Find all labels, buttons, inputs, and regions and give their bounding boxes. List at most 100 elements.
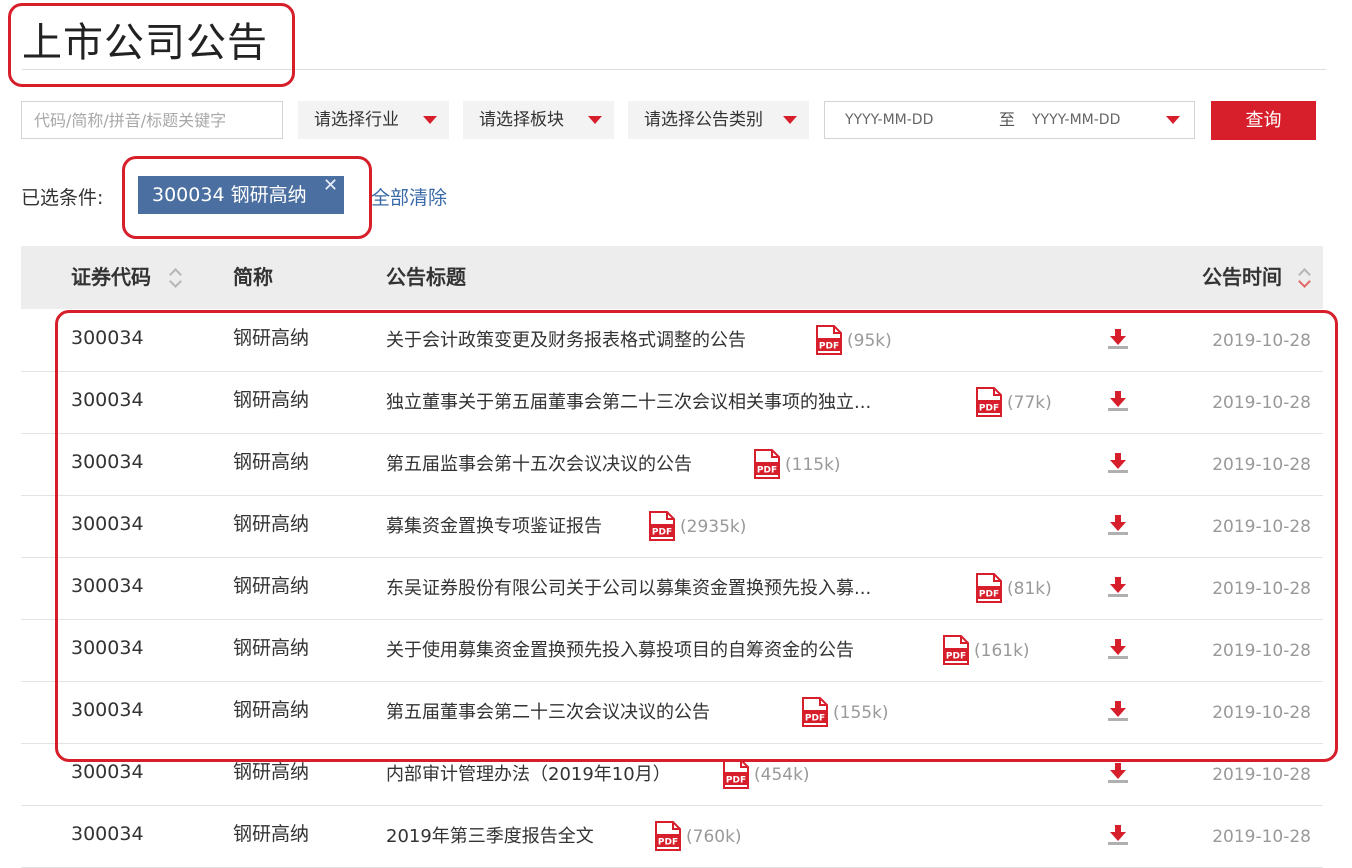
pdf-icon[interactable]: PDF <box>816 325 842 355</box>
row-name: 钢研高纳 <box>233 513 310 535</box>
row-date: 2019-10-28 <box>1212 517 1311 537</box>
table-row: 300034 钢研高纳 关于使用募集资金置换预先投入募投项目的自筹资金的公告 PDF (… <box>21 620 1323 682</box>
header-title: 公告标题 <box>386 265 466 289</box>
row-code: 300034 <box>71 637 144 659</box>
row-title-link[interactable]: 关于会计政策变更及财务报表格式调整的公告 <box>386 313 746 369</box>
header-time[interactable]: 公告时间 <box>1202 246 1282 309</box>
date-from-field[interactable]: YYYY-MM-DD <box>845 102 933 138</box>
filter-bar: 请选择行业 请选择板块 请选择公告类别 YYYY-MM-DD 至 YYYY-MM… <box>0 101 1352 141</box>
pdf-icon[interactable]: PDF <box>754 449 780 479</box>
download-icon[interactable] <box>1108 390 1128 412</box>
row-title-link[interactable]: 东吴证券股份有限公司关于公司以募集资金置换预先投入募... <box>386 561 871 617</box>
date-range-picker[interactable]: YYYY-MM-DD 至 YYYY-MM-DD <box>824 101 1195 139</box>
row-name: 钢研高纳 <box>233 761 310 783</box>
download-icon[interactable] <box>1108 762 1128 784</box>
table-row: 300034 钢研高纳 第五届监事会第十五次会议决议的公告 PDF (115k) 2019… <box>21 434 1323 496</box>
category-select-label: 请选择公告类别 <box>644 110 763 130</box>
row-code: 300034 <box>71 389 144 411</box>
clear-all-link[interactable]: 全部清除 <box>371 183 447 210</box>
table-row: 300034 钢研高纳 东吴证券股份有限公司关于公司以募集资金置换预先投入募... P… <box>21 558 1323 620</box>
sort-arrows-icon[interactable] <box>169 265 182 289</box>
board-select-label: 请选择板块 <box>479 110 564 130</box>
download-icon[interactable] <box>1108 328 1128 350</box>
table-header: 证券代码 简称 公告标题 公告时间 <box>21 246 1323 309</box>
row-name: 钢研高纳 <box>233 699 310 721</box>
date-to-field[interactable]: YYYY-MM-DD <box>1032 102 1120 138</box>
svg-text:PDF: PDF <box>979 404 999 414</box>
row-code: 300034 <box>71 823 144 845</box>
row-title-link[interactable]: 独立董事关于第五届董事会第二十三次会议相关事项的独立... <box>386 375 871 431</box>
selected-conditions-label: 已选条件: <box>21 187 104 209</box>
table-row: 300034 钢研高纳 2019年第三季度报告全文 PDF (760k) 2019-10-… <box>21 806 1323 868</box>
dropdown-triangle-icon[interactable] <box>1166 116 1180 124</box>
row-date: 2019-10-28 <box>1212 703 1311 723</box>
filter-chip-label: 300034 钢研高纳 <box>152 184 307 206</box>
date-separator: 至 <box>999 110 1016 129</box>
category-select[interactable]: 请选择公告类别 <box>628 101 809 139</box>
board-select[interactable]: 请选择板块 <box>463 101 614 139</box>
pdf-icon[interactable]: PDF <box>655 821 681 851</box>
dropdown-triangle-icon <box>423 116 437 124</box>
dropdown-triangle-icon <box>588 116 602 124</box>
row-date: 2019-10-28 <box>1212 827 1311 847</box>
keyword-search-input[interactable] <box>21 101 283 139</box>
table-row: 300034 钢研高纳 独立董事关于第五届董事会第二十三次会议相关事项的独立... P… <box>21 372 1323 434</box>
download-icon[interactable] <box>1108 452 1128 474</box>
row-date: 2019-10-28 <box>1212 765 1311 785</box>
file-size: (77k) <box>1007 393 1052 413</box>
row-name: 钢研高纳 <box>233 327 310 349</box>
row-name: 钢研高纳 <box>233 823 310 845</box>
filter-chip: 300034 钢研高纳 ✕ <box>138 175 344 214</box>
query-button[interactable]: 查询 <box>1211 101 1316 140</box>
row-code: 300034 <box>71 699 144 721</box>
row-date: 2019-10-28 <box>1212 331 1311 351</box>
row-name: 钢研高纳 <box>233 389 310 411</box>
file-size: (115k) <box>785 455 841 475</box>
close-icon[interactable]: ✕ <box>323 167 338 205</box>
file-size: (95k) <box>847 331 892 351</box>
sort-arrows-icon[interactable] <box>1298 265 1311 289</box>
download-icon[interactable] <box>1108 700 1128 722</box>
download-icon[interactable] <box>1108 514 1128 536</box>
industry-select[interactable]: 请选择行业 <box>298 101 449 139</box>
table-row: 300034 钢研高纳 内部审计管理办法（2019年10月） PDF (454k) 201… <box>21 744 1323 806</box>
row-title-link[interactable]: 内部审计管理办法（2019年10月） <box>386 747 671 803</box>
download-icon[interactable] <box>1108 638 1128 660</box>
file-size: (155k) <box>833 703 889 723</box>
download-icon[interactable] <box>1108 824 1128 846</box>
industry-select-label: 请选择行业 <box>314 110 399 130</box>
row-title-link[interactable]: 关于使用募集资金置换预先投入募投项目的自筹资金的公告 <box>386 623 854 679</box>
row-code: 300034 <box>71 327 144 349</box>
page-title: 上市公司公告 <box>22 20 268 66</box>
row-title-link[interactable]: 第五届董事会第二十三次会议决议的公告 <box>386 685 710 741</box>
row-name: 钢研高纳 <box>233 637 310 659</box>
svg-text:PDF: PDF <box>946 652 966 662</box>
row-date: 2019-10-28 <box>1212 455 1311 475</box>
row-code: 300034 <box>71 575 144 597</box>
file-size: (2935k) <box>680 517 747 537</box>
file-size: (161k) <box>974 641 1030 661</box>
pdf-icon[interactable]: PDF <box>976 387 1002 417</box>
pdf-icon[interactable]: PDF <box>649 511 675 541</box>
svg-text:PDF: PDF <box>658 838 678 848</box>
svg-text:PDF: PDF <box>979 590 999 600</box>
pdf-icon[interactable]: PDF <box>802 697 828 727</box>
file-size: (760k) <box>686 827 742 847</box>
row-title-link[interactable]: 第五届监事会第十五次会议决议的公告 <box>386 437 692 493</box>
row-code: 300034 <box>71 451 144 473</box>
row-name: 钢研高纳 <box>233 575 310 597</box>
svg-text:PDF: PDF <box>726 776 746 786</box>
header-code[interactable]: 证券代码 <box>71 246 151 309</box>
row-date: 2019-10-28 <box>1212 579 1311 599</box>
row-title-link[interactable]: 2019年第三季度报告全文 <box>386 809 594 865</box>
pdf-icon[interactable]: PDF <box>976 573 1002 603</box>
dropdown-triangle-icon <box>783 116 797 124</box>
svg-text:PDF: PDF <box>805 714 825 724</box>
download-icon[interactable] <box>1108 576 1128 598</box>
row-title-link[interactable]: 募集资金置换专项鉴证报告 <box>386 499 602 555</box>
file-size: (81k) <box>1007 579 1052 599</box>
pdf-icon[interactable]: PDF <box>723 759 749 789</box>
row-code: 300034 <box>71 761 144 783</box>
pdf-icon[interactable]: PDF <box>943 635 969 665</box>
svg-text:PDF: PDF <box>652 528 672 538</box>
